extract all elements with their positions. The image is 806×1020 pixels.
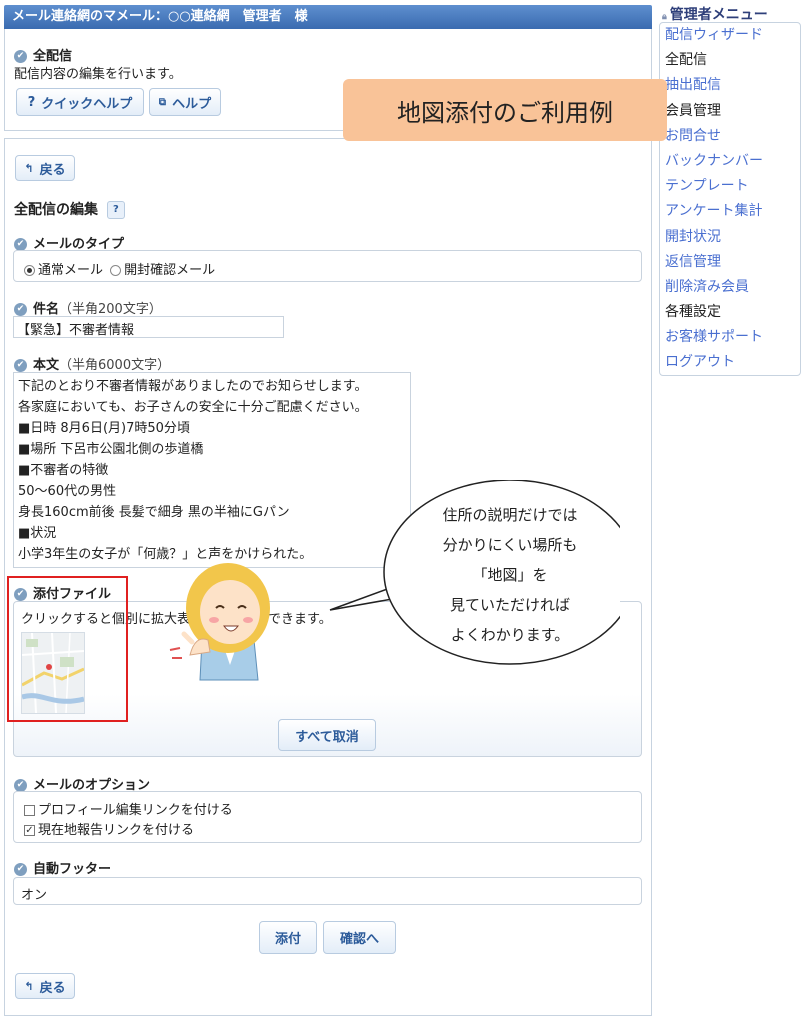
body-line: 各家庭においても、お子さんの安全に十分ご配慮ください。: [18, 400, 368, 415]
attachment-highlight-frame: [7, 576, 128, 722]
radio-open-confirm[interactable]: 開封確認メール: [110, 263, 215, 278]
speech-line: 見ていただければ: [449, 596, 570, 614]
intro-heading-text: 全配信: [33, 49, 73, 64]
speech-line: 「地図」を: [472, 566, 548, 584]
woman-character-icon: [169, 563, 270, 681]
confirm-button[interactable]: 確認へ: [323, 921, 396, 954]
footer-label: ✔ 自動フッター: [14, 858, 111, 877]
radio-normal[interactable]: 通常メール: [24, 263, 103, 278]
sidebar-item-all-delivery: 全配信: [665, 52, 707, 69]
subject-input[interactable]: 【緊急】不審者情報: [13, 316, 284, 338]
radio-empty-icon: [110, 265, 122, 276]
options-group: プロフィール編集リンクを付ける ✓ 現在地報告リンクを付ける: [13, 791, 642, 843]
sidebar-item-extract-delivery[interactable]: 抽出配信: [660, 73, 800, 98]
checkbox-empty-icon: [24, 805, 35, 816]
attach-button[interactable]: 添付: [259, 921, 317, 954]
body-line: 下記のとおり不審者情報がありましたのでお知らせします。: [18, 379, 368, 394]
intro-description: 配信内容の編集を行います。: [14, 67, 182, 82]
sidebar-item-open-status[interactable]: 開封状況: [660, 225, 800, 250]
sidebar-item-backnumber[interactable]: バックナンバー: [660, 149, 800, 174]
sidebar-item-deleted-members[interactable]: 削除済み会員: [660, 275, 800, 300]
example-banner: 地図添付のご利用例: [343, 79, 667, 141]
option-profile-link[interactable]: プロフィール編集リンクを付ける: [24, 799, 233, 818]
speech-line: よくわかります。: [450, 626, 570, 644]
mail-type-options: 通常メール 開封確認メール: [24, 259, 215, 278]
back-arrow-icon: ↰: [24, 161, 34, 175]
edit-title: 全配信の編集 ?: [14, 199, 125, 219]
back-button-top[interactable]: ↰ 戻る: [15, 155, 75, 181]
checkbox-checked-icon: ✓: [24, 825, 35, 836]
check-icon: ✔: [14, 863, 27, 876]
body-label: ✔ 本文（半角6000文字）: [14, 354, 170, 373]
sidebar-item-members: 会員管理: [665, 102, 721, 119]
speech-text: 住所の説明だけでは 分かりにくい場所も 「地図」を 見ていただければ よくわかり…: [404, 500, 616, 650]
body-line: ■場所 下呂市公園北側の歩道橋: [18, 442, 204, 457]
sidebar-item-contact[interactable]: お問合せ: [660, 124, 800, 149]
mail-type-group: 通常メール 開封確認メール: [13, 250, 642, 282]
sidebar-item-template[interactable]: テンプレート: [660, 174, 800, 199]
window-title: メール連絡網のマメール：○○連絡網 管理者 様: [4, 5, 652, 29]
radio-selected-icon: [24, 265, 35, 276]
check-icon: ✔: [14, 359, 27, 372]
footer-value: オン: [21, 888, 48, 903]
sidebar-item-reply[interactable]: 返信管理: [660, 250, 800, 275]
check-icon: ✔: [14, 50, 27, 63]
back-button-bottom[interactable]: ↰ 戻る: [15, 973, 75, 999]
sidebar-menu: 配信ウィザード 全配信 抽出配信 会員管理 お問合せ バックナンバー テンプレー…: [659, 22, 801, 376]
intro-heading: ✔ 全配信: [14, 45, 72, 64]
speech-line: 分かりにくい場所も: [442, 536, 578, 554]
lock-icon: 🔒︎: [662, 12, 667, 22]
body-line: ■不審者の特徴: [18, 463, 109, 478]
help-question-icon[interactable]: ?: [106, 201, 125, 219]
quick-help-button[interactable]: ? クイックヘルプ: [16, 88, 144, 116]
subject-value: 【緊急】不審者情報: [17, 323, 135, 338]
option-location-link[interactable]: ✓ 現在地報告リンクを付ける: [24, 819, 194, 838]
sidebar-item-support[interactable]: お客様サポート: [660, 325, 800, 350]
subject-label: ✔ 件名（半角200文字）: [14, 298, 162, 317]
speech-line: 住所の説明だけでは: [442, 506, 578, 524]
sidebar-item-logout[interactable]: ログアウト: [660, 350, 800, 375]
sidebar-title: 🔒︎ 管理者メニュー: [662, 7, 768, 23]
sidebar-item-survey[interactable]: アンケート集計: [660, 199, 800, 224]
cancel-all-button[interactable]: すべて取消: [278, 719, 376, 751]
help-button[interactable]: ⧉ ヘルプ: [149, 88, 221, 116]
check-icon: ✔: [14, 303, 27, 316]
back-arrow-icon: ↰: [24, 979, 34, 993]
footer-field: オン: [13, 877, 642, 905]
question-icon: ?: [27, 94, 36, 110]
sidebar-item-wizard[interactable]: 配信ウィザード: [660, 23, 800, 48]
sidebar-item-settings: 各種設定: [665, 304, 721, 321]
window-icon: ⧉: [158, 96, 167, 108]
body-line: ■日時 8月6日(月)7時50分頃: [18, 421, 190, 436]
